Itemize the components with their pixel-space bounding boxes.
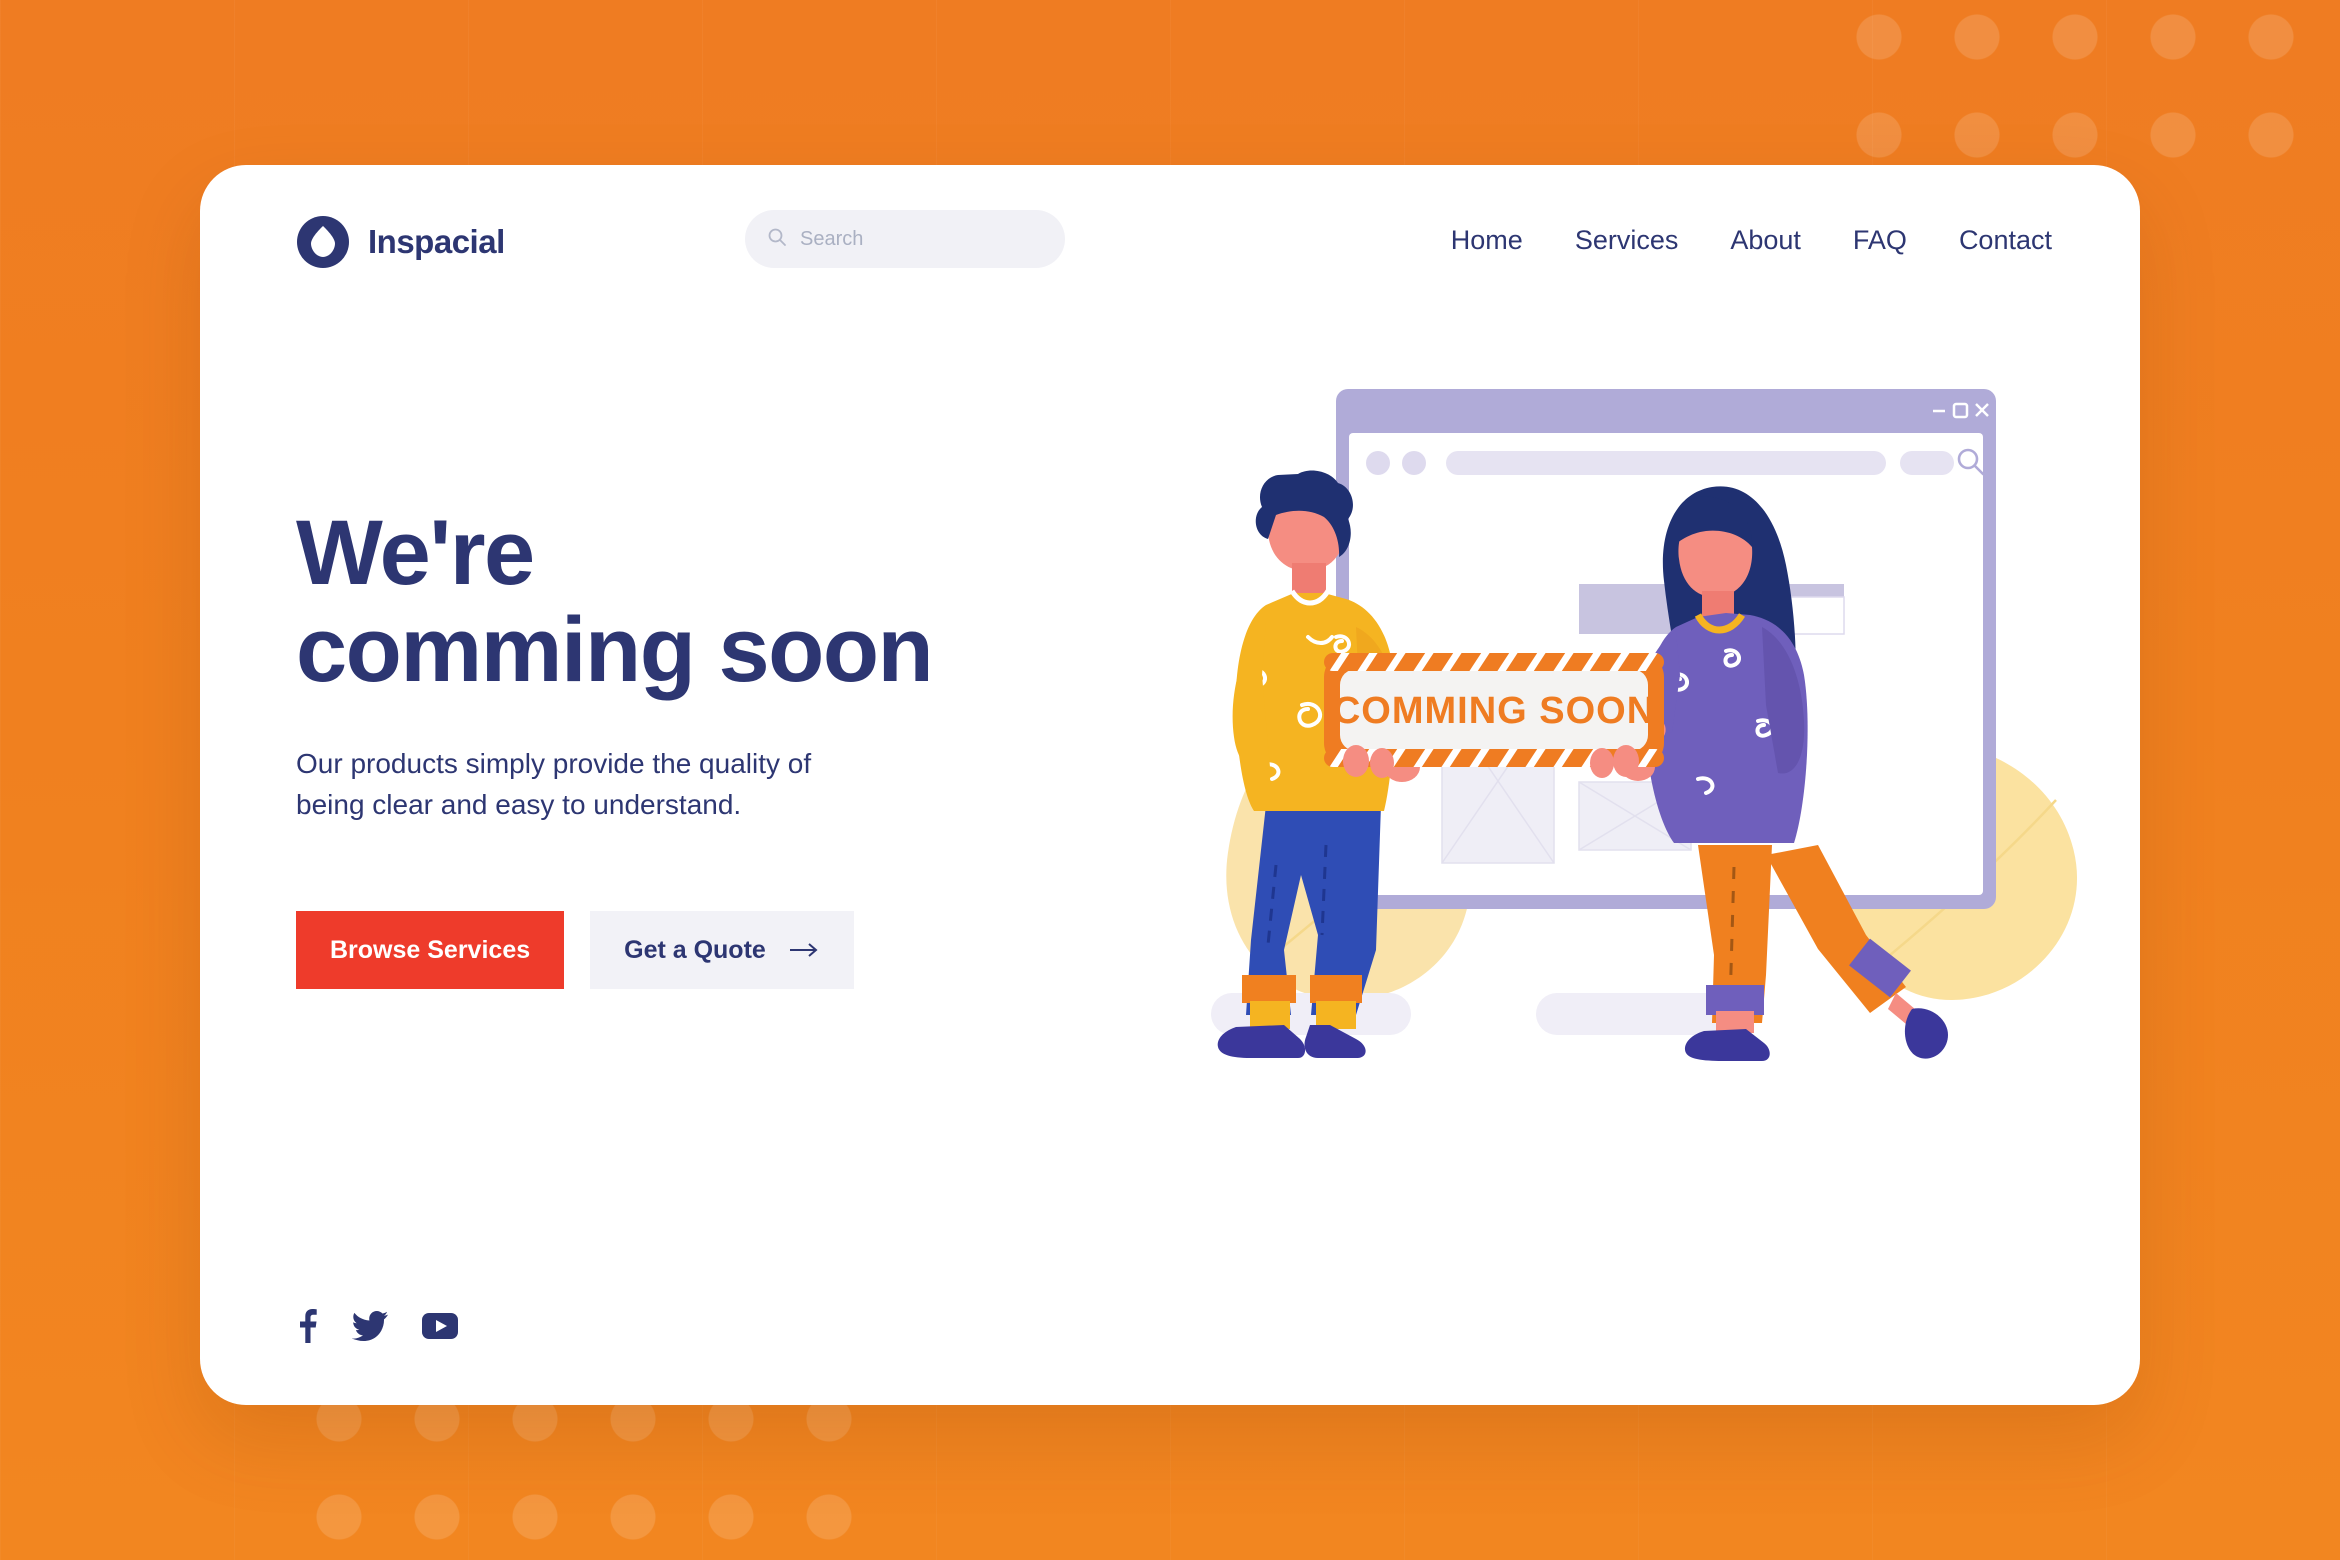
page-title: We're comming soon — [296, 505, 1076, 698]
nav-item-services[interactable]: Services — [1575, 225, 1679, 256]
nav-item-contact[interactable]: Contact — [1959, 225, 2052, 256]
headline-line-1: We're — [296, 502, 535, 604]
nav-item-about[interactable]: About — [1730, 225, 1801, 256]
coming-soon-illustration: COMMING SOON — [1206, 375, 2106, 1175]
nav-item-home[interactable]: Home — [1451, 225, 1523, 256]
subtitle-line-1: Our products simply provide the quality … — [296, 748, 812, 780]
coming-soon-sign: COMMING SOON — [1324, 653, 1664, 778]
main-navigation: Home Services About FAQ Contact — [1451, 225, 2052, 256]
diamond-in-circle-logo-icon — [296, 215, 350, 269]
search-field[interactable] — [745, 210, 1065, 268]
shoe — [1904, 1008, 1948, 1059]
browse-services-button[interactable]: Browse Services — [296, 911, 565, 990]
browser-address-bar — [1446, 451, 1886, 475]
twitter-icon[interactable] — [351, 1311, 388, 1341]
finger — [1370, 748, 1394, 778]
brand-name: Inspacial — [368, 223, 505, 260]
headline-line-2: comming soon — [296, 598, 934, 701]
finger — [1613, 745, 1639, 777]
youtube-icon[interactable] — [422, 1313, 458, 1339]
search-icon — [767, 227, 787, 252]
sign-text: COMMING SOON — [1333, 690, 1655, 732]
cta-row: Browse Services Get a Quote — [296, 911, 1076, 990]
brand-logo[interactable]: Inspacial — [296, 215, 505, 269]
arrow-right-icon — [789, 936, 820, 965]
search-input[interactable] — [798, 226, 1032, 252]
browser-dot — [1402, 451, 1426, 475]
hero-subtitle: Our products simply provide the quality … — [296, 744, 936, 825]
get-a-quote-label: Get a Quote — [624, 935, 766, 964]
site-header: Inspacial Home Services About FAQ Contac… — [200, 165, 2140, 315]
page-root: Inspacial Home Services About FAQ Contac… — [0, 0, 2340, 1560]
social-links — [296, 1309, 458, 1343]
nav-item-faq[interactable]: FAQ — [1853, 225, 1907, 256]
finger — [1590, 748, 1614, 778]
browser-dot — [1366, 451, 1390, 475]
browser-toolbar-pill — [1900, 451, 1954, 475]
get-a-quote-button[interactable]: Get a Quote — [590, 911, 854, 990]
hero-section: We're comming soon Our products simply p… — [296, 505, 1076, 990]
facebook-icon[interactable] — [296, 1309, 318, 1343]
content-card: Inspacial Home Services About FAQ Contac… — [200, 165, 2140, 1405]
subtitle-line-2: being clear and easy to understand. — [296, 788, 742, 820]
shoe — [1684, 1029, 1770, 1061]
finger — [1343, 745, 1369, 777]
